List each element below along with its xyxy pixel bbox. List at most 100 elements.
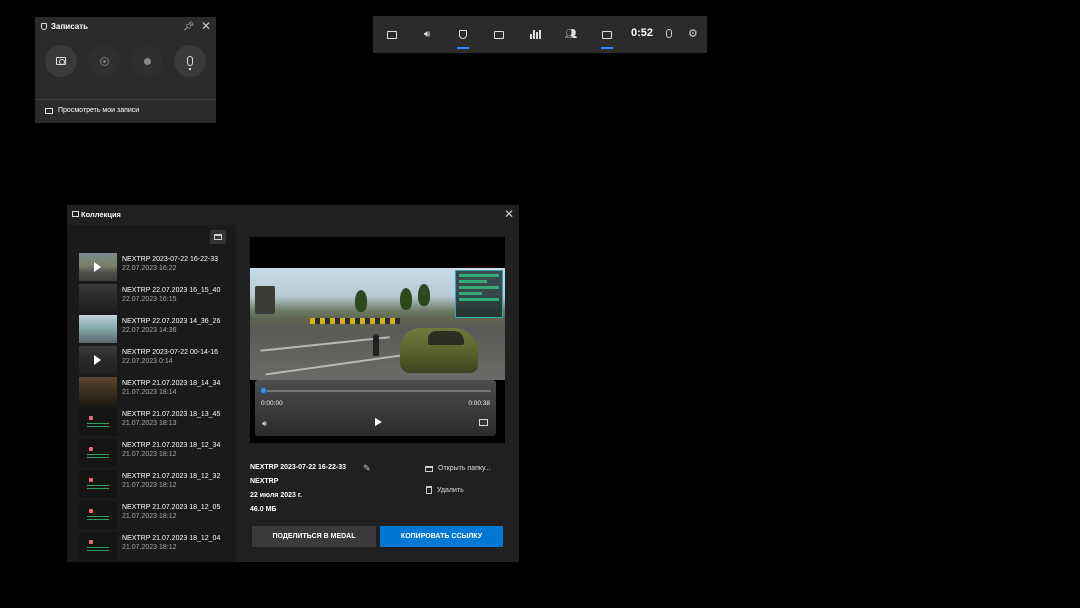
item-date: 21.07.2023 18:13 (122, 420, 177, 427)
item-name: NEXTRP 21.07.2023 18_12_32 (122, 473, 221, 480)
microphone-button[interactable] (174, 45, 206, 77)
mouse-icon[interactable] (666, 29, 672, 38)
xbox-social-button[interactable]: 👥︎ (557, 16, 585, 53)
capture-button[interactable] (449, 16, 477, 53)
capture-title: Записать (51, 22, 89, 31)
item-date: 21.07.2023 18:14 (122, 389, 177, 396)
capture-header: Записать 📌︎ ✕ (35, 17, 216, 37)
gallery-header: Коллекция ✕ (67, 205, 519, 225)
clock: 0:52 (631, 27, 654, 39)
progress-bar[interactable] (265, 390, 491, 392)
audio-icon: 🔊︎ (423, 28, 431, 40)
item-date: 21.07.2023 18:12 (122, 482, 177, 489)
list-item[interactable]: NEXTRP 22.07.2023 14_36_26 22.07.2023 14… (79, 315, 234, 343)
performance-button[interactable] (485, 16, 513, 53)
progress-handle[interactable] (260, 387, 267, 394)
item-date: 22.07.2023 14:36 (122, 327, 177, 334)
item-name: NEXTRP 2023-07-22 00-14-16 (122, 349, 218, 356)
open-folder-link[interactable]: Открыть папку... (425, 465, 491, 472)
open-folder-label: Открыть папку... (438, 465, 491, 472)
fullscreen-icon[interactable] (479, 419, 488, 426)
capture-widget-icon (41, 23, 47, 30)
item-name: NEXTRP 21.07.2023 18_13_45 (122, 411, 221, 418)
performance-icon (494, 30, 504, 39)
gallery-button[interactable] (593, 16, 621, 53)
pin-icon[interactable]: 📌︎ (183, 21, 194, 32)
list-item[interactable]: NEXTRP 21.07.2023 18_12_34 21.07.2023 18… (79, 439, 234, 467)
item-name: NEXTRP 21.07.2023 18_14_34 (122, 380, 221, 387)
divider (35, 99, 216, 100)
item-date: 22.07.2023 16:15 (122, 296, 177, 303)
thumbnail (79, 315, 117, 343)
thumbnail (79, 532, 117, 560)
gallery-icon (72, 211, 79, 217)
list-item[interactable]: NEXTRP 2023-07-22 00-14-16 22.07.2023 0:… (79, 346, 234, 374)
capture-name: NEXTRP 2023-07-22 16-22-33 (250, 464, 346, 471)
thumbnail (79, 408, 117, 436)
volume-icon[interactable]: 🔊︎ (262, 419, 267, 429)
close-icon[interactable]: ✕ (504, 207, 514, 221)
game-bar: 🔊︎ 👥︎ 0:52 ⚙ (373, 16, 707, 53)
view-recordings-label: Просмотреть мои записи (58, 107, 140, 114)
list-item[interactable]: NEXTRP 21.07.2023 18_14_34 21.07.2023 18… (79, 377, 234, 405)
folder-icon (425, 465, 433, 472)
item-name: NEXTRP 21.07.2023 18_12_34 (122, 442, 221, 449)
record-last-button[interactable] (88, 45, 120, 77)
item-name: NEXTRP 21.07.2023 18_12_05 (122, 504, 221, 511)
open-folder-button[interactable] (210, 230, 226, 244)
copy-link-button[interactable]: КОПИРОВАТЬ ССЫЛКУ (380, 526, 503, 547)
resources-icon (529, 30, 541, 39)
delete-link[interactable]: Удалить (426, 486, 464, 494)
video-frame (250, 268, 505, 380)
edit-icon[interactable]: ✎ (363, 463, 371, 474)
item-name: NEXTRP 22.07.2023 16_15_40 (122, 287, 221, 294)
list-item[interactable]: NEXTRP 21.07.2023 18_12_32 21.07.2023 18… (79, 470, 234, 498)
microphone-icon (187, 56, 193, 70)
list-item[interactable]: NEXTRP 21.07.2023 18_12_05 21.07.2023 18… (79, 501, 234, 529)
xbox-social-icon: 👥︎ (564, 28, 578, 40)
gear-icon[interactable]: ⚙ (688, 27, 698, 40)
thumbnail (79, 284, 117, 312)
replay-icon (99, 56, 109, 66)
item-date: 22.07.2023 16:22 (122, 265, 177, 272)
list-item[interactable]: NEXTRP 21.07.2023 18_13_45 21.07.2023 18… (79, 408, 234, 436)
gallery-title: Коллекция (81, 210, 121, 219)
item-name: NEXTRP 22.07.2023 14_36_26 (122, 318, 221, 325)
start-recording-button[interactable] (131, 45, 163, 77)
folder-icon (214, 234, 222, 240)
item-date: 22.07.2023 0:14 (122, 358, 173, 365)
thumbnail (79, 470, 117, 498)
game-hud (455, 270, 503, 318)
capture-widget: Записать 📌︎ ✕ Просмотреть мои записи (35, 17, 216, 123)
audio-button[interactable]: 🔊︎ (413, 16, 441, 53)
item-date: 21.07.2023 18:12 (122, 513, 177, 520)
view-recordings-link[interactable]: Просмотреть мои записи (45, 107, 139, 114)
widget-menu-button[interactable] (378, 16, 406, 53)
thumbnail (79, 439, 117, 467)
capture-date: 22 июля 2023 г. (250, 492, 302, 499)
close-icon[interactable]: ✕ (201, 19, 211, 33)
video-player[interactable]: 0:00:00 0:00:38 🔊︎ (250, 237, 505, 443)
list-item[interactable]: NEXTRP 22.07.2023 16_15_40 22.07.2023 16… (79, 284, 234, 312)
trash-icon (426, 486, 432, 494)
capture-size: 46.0 МБ (250, 506, 277, 513)
screenshot-button[interactable] (45, 45, 77, 77)
record-icon (143, 57, 151, 65)
gallery-window: Коллекция ✕ NEXTRP 2023-07-22 16-22-33 2… (67, 205, 519, 562)
item-date: 21.07.2023 18:12 (122, 451, 177, 458)
list-item[interactable]: NEXTRP 2023-07-22 16-22-33 22.07.2023 16… (79, 253, 234, 281)
resources-button[interactable] (521, 16, 549, 53)
capture-game: NEXTRP (250, 478, 279, 485)
capture-list: NEXTRP 2023-07-22 16-22-33 22.07.2023 16… (67, 225, 236, 562)
gallery-icon (45, 107, 53, 114)
gallery-icon (602, 30, 612, 39)
list-item[interactable]: NEXTRP 21.07.2023 18_12_04 21.07.2023 18… (79, 532, 234, 560)
share-medal-button[interactable]: ПОДЕЛИТЬСЯ В MEDAL (252, 526, 376, 547)
item-date: 21.07.2023 18:12 (122, 544, 177, 551)
play-button[interactable] (375, 418, 382, 426)
thumbnail (79, 501, 117, 529)
play-icon (94, 355, 101, 365)
thumbnail (79, 253, 117, 281)
duration: 0:00:38 (468, 400, 490, 407)
item-name: NEXTRP 21.07.2023 18_12_04 (122, 535, 221, 542)
